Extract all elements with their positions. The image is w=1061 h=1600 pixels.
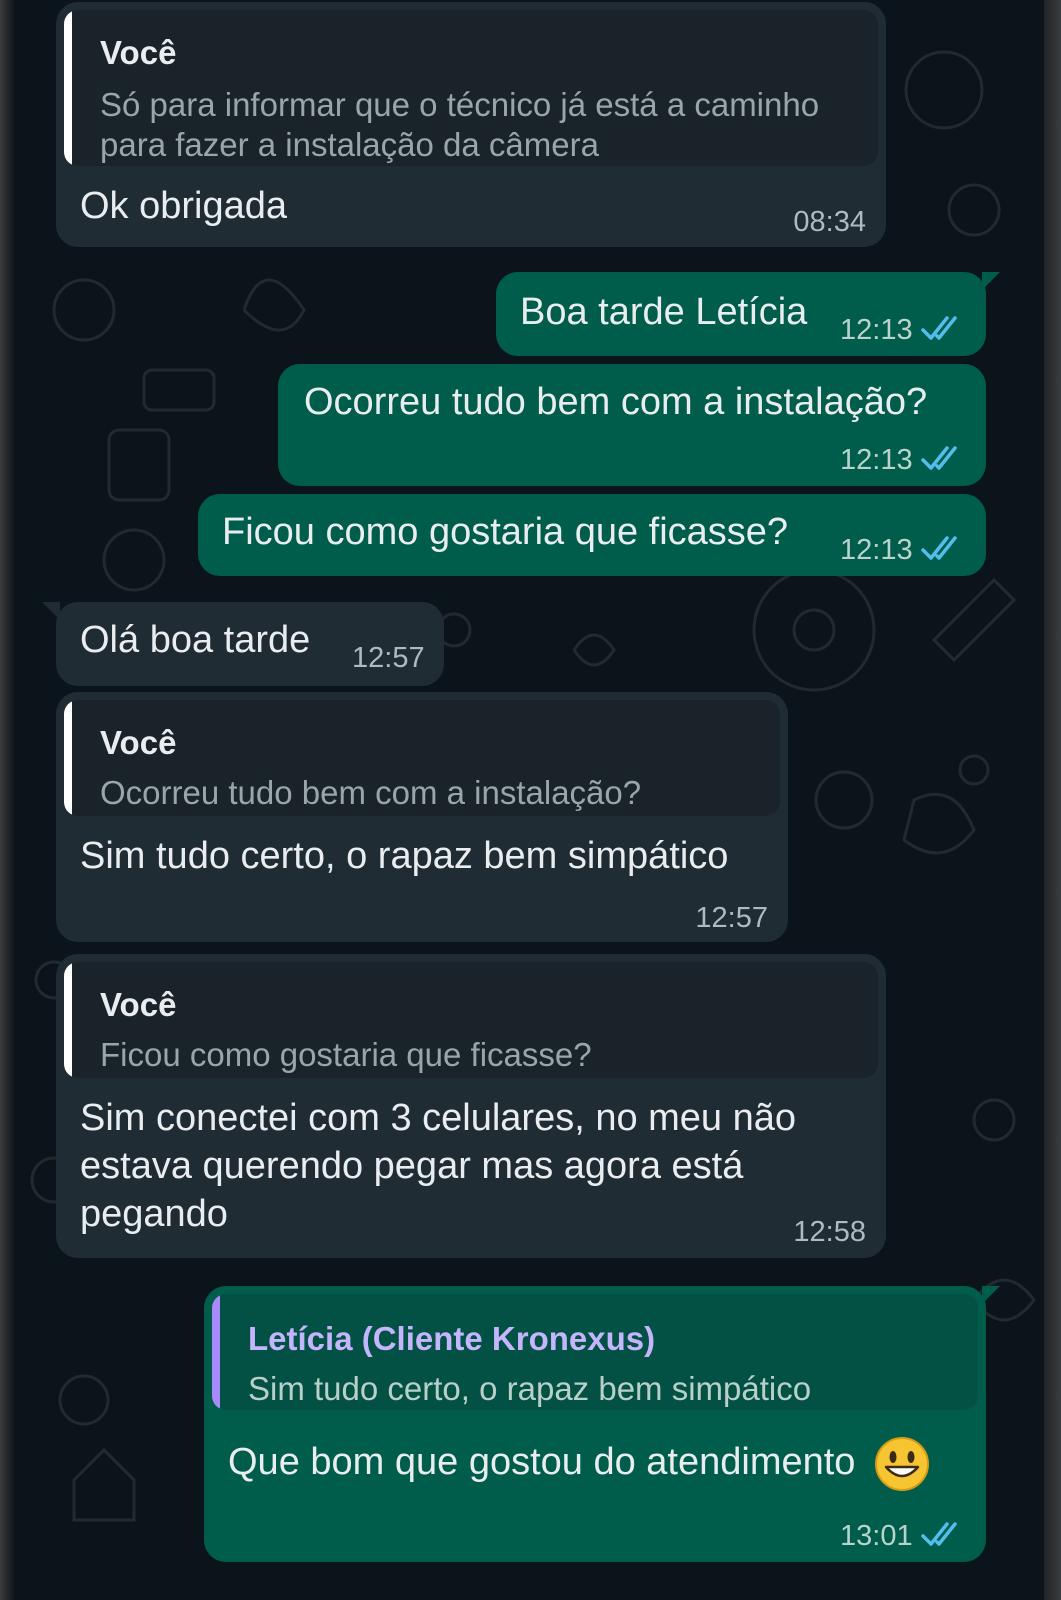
message-bubble-outgoing[interactable]: Boa tarde Letícia 12:13 bbox=[496, 272, 1000, 356]
quote-bar bbox=[64, 700, 72, 816]
double-check-read-icon bbox=[921, 316, 957, 340]
quote-author: Você bbox=[100, 34, 177, 71]
message-time: 12:13 bbox=[840, 444, 913, 476]
quote-text: Só para informar que o técnico já está a… bbox=[100, 86, 820, 123]
message-time: 12:13 bbox=[840, 314, 913, 346]
message-text: Boa tarde Letícia bbox=[520, 291, 808, 333]
quote-author: Letícia (Cliente Kronexus) bbox=[248, 1320, 656, 1357]
message-bubble-incoming[interactable]: Você Ocorreu tudo bem com a instalação? … bbox=[56, 692, 788, 942]
message-text: pegando bbox=[80, 1193, 228, 1235]
quote-author: Você bbox=[100, 986, 177, 1023]
quoted-message[interactable]: Você Ocorreu tudo bem com a instalação? bbox=[64, 700, 780, 816]
message-time: 08:34 bbox=[793, 206, 866, 238]
message-text: Ok obrigada bbox=[80, 185, 288, 227]
message-bubble-outgoing[interactable]: Letícia (Cliente Kronexus) Sim tudo cert… bbox=[204, 1286, 1000, 1562]
message-time: 12:57 bbox=[695, 902, 768, 934]
message-text: Sim tudo certo, o rapaz bem simpático bbox=[80, 835, 729, 877]
quote-text: Ocorreu tudo bem com a instalação? bbox=[100, 774, 642, 811]
message-time: 12:58 bbox=[793, 1216, 866, 1248]
message-text: Que bom que gostou do atendimento bbox=[228, 1436, 930, 1492]
quote-bar bbox=[64, 10, 72, 166]
quote-bar bbox=[64, 962, 72, 1078]
message-time: 12:13 bbox=[840, 534, 913, 566]
message-bubble-incoming[interactable]: Você Só para informar que o técnico já e… bbox=[56, 2, 886, 247]
message-text: estava querendo pegar mas agora está bbox=[80, 1145, 744, 1187]
double-check-read-icon bbox=[921, 1522, 957, 1546]
double-check-read-icon bbox=[921, 536, 957, 560]
message-text: Ficou como gostaria que ficasse? bbox=[222, 511, 789, 553]
quoted-message[interactable]: Você Só para informar que o técnico já e… bbox=[64, 10, 878, 166]
message-time: 12:57 bbox=[352, 642, 425, 674]
quote-text: Ficou como gostaria que ficasse? bbox=[100, 1036, 592, 1073]
message-time: 13:01 bbox=[840, 1520, 913, 1552]
quoted-message[interactable]: Você Ficou como gostaria que ficasse? bbox=[64, 962, 878, 1078]
grinning-face-emoji bbox=[875, 1437, 930, 1491]
chat-background: Você Só para informar que o técnico já e… bbox=[14, 0, 1044, 1600]
message-bubble-outgoing[interactable]: Ocorreu tudo bem com a instalação? 12:13 bbox=[278, 364, 986, 486]
message-text: Olá boa tarde bbox=[80, 619, 311, 661]
double-check-read-icon bbox=[921, 446, 957, 470]
message-bubble-outgoing[interactable]: Ficou como gostaria que ficasse? 12:13 bbox=[198, 494, 986, 576]
message-text: Sim conectei com 3 celulares, no meu não bbox=[80, 1097, 797, 1139]
message-text-content: Que bom que gostou do atendimento bbox=[228, 1441, 856, 1484]
message-text: Ocorreu tudo bem com a instalação? bbox=[304, 381, 928, 423]
message-bubble-incoming[interactable]: Olá boa tarde 12:57 bbox=[42, 602, 444, 686]
quote-text: Sim tudo certo, o rapaz bem simpático bbox=[248, 1370, 812, 1407]
quoted-message[interactable]: Letícia (Cliente Kronexus) Sim tudo cert… bbox=[212, 1294, 978, 1410]
quote-text: para fazer a instalação da câmera bbox=[100, 126, 599, 163]
message-bubble-incoming[interactable]: Você Ficou como gostaria que ficasse? Si… bbox=[56, 954, 886, 1258]
quote-bar bbox=[212, 1294, 220, 1410]
quote-author: Você bbox=[100, 724, 177, 761]
